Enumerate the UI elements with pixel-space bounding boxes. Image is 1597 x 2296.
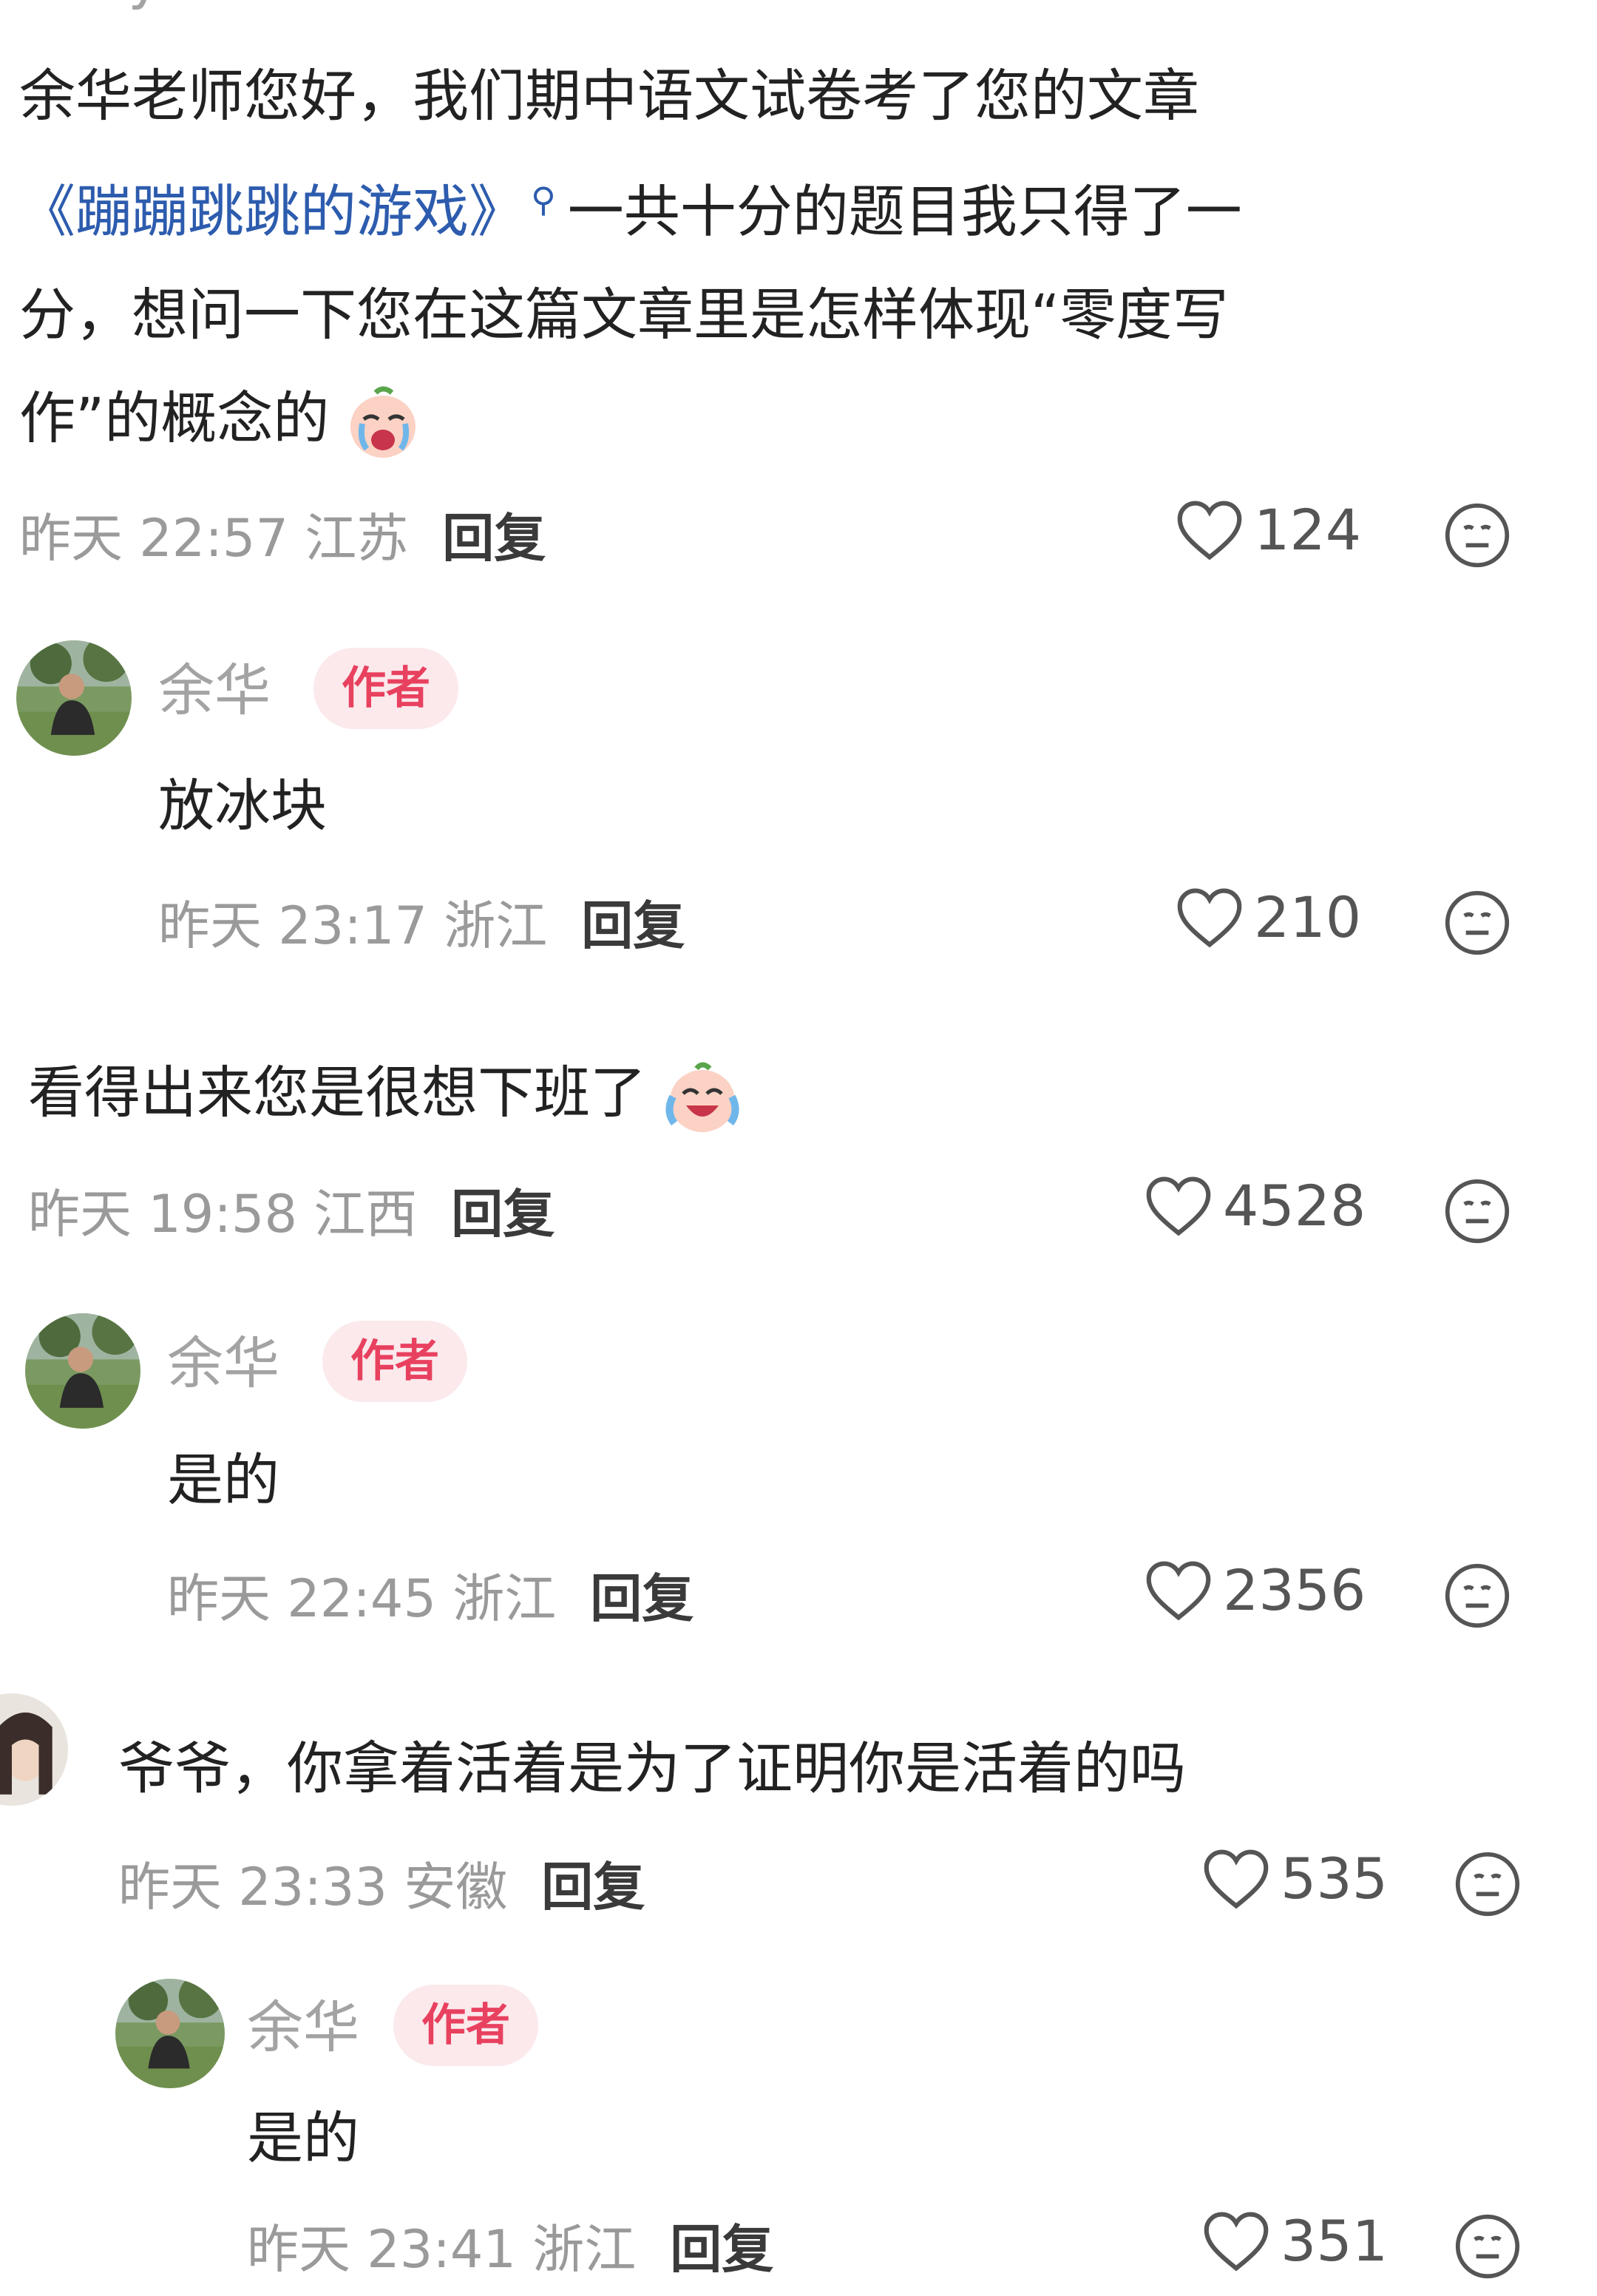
heart-outline-icon [1177, 888, 1242, 947]
avatar[interactable] [115, 1979, 225, 2088]
author-badge: 作者 [322, 1321, 467, 1402]
comment-time: 昨天 23:17 浙江 [158, 895, 548, 956]
comment-time: 昨天 22:45 浙江 [167, 1568, 557, 1629]
comment-time: 昨天 23:33 安徽 [118, 1857, 508, 1917]
meh-face-icon[interactable] [1454, 2212, 1522, 2283]
comment-line: 看得出来您是很想下班了 [28, 1060, 646, 1125]
reply-text: 放冰块 [158, 773, 327, 839]
comment-meta: 昨天 23:41 浙江 回复 [247, 2208, 773, 2283]
comment-text: 爷爷，你拿着活着是为了证明你是活着的吗 [118, 1735, 1186, 1801]
comment-meta: 昨天 23:17 浙江 回复 [158, 884, 685, 959]
heart-outline-icon [1204, 2212, 1269, 2271]
comment-meta: 昨天 22:57 江苏 回复 [19, 497, 546, 572]
comment-meta: 昨天 22:45 浙江 回复 [167, 1557, 694, 1632]
meh-face-icon[interactable] [1454, 1850, 1522, 1921]
heart-outline-icon [1177, 501, 1242, 560]
comment-line: 一共十分的题目我只得了一 [567, 178, 1242, 245]
like-button[interactable]: 351 [1202, 2208, 1388, 2274]
comment-time: 昨天 23:41 浙江 [247, 2219, 637, 2280]
heart-outline-icon [1204, 1849, 1269, 1909]
commenter-name[interactable]: rainy [19, 0, 161, 11]
like-button[interactable]: 2356 [1145, 1557, 1366, 1623]
laugh-cry-emoji [664, 1060, 741, 1134]
comment-meta: 昨天 19:58 江西 回复 [28, 1173, 555, 1247]
author-name[interactable]: 余华 [247, 1982, 359, 2063]
reply-button[interactable]: 回复 [541, 1857, 645, 1917]
heart-outline-icon [1146, 1176, 1211, 1236]
like-count: 2356 [1223, 1557, 1366, 1623]
like-count: 124 [1254, 497, 1362, 563]
avatar[interactable] [0, 1693, 68, 1806]
like-count: 210 [1254, 884, 1362, 950]
like-button[interactable]: 535 [1202, 1846, 1388, 1911]
reply-button[interactable]: 回复 [581, 895, 685, 956]
reply-text: 是的 [247, 2105, 359, 2171]
like-count: 535 [1281, 1846, 1389, 1911]
heart-outline-icon [1146, 1561, 1211, 1620]
meh-face-icon[interactable] [1443, 1177, 1511, 1248]
like-button[interactable]: 4528 [1145, 1173, 1366, 1239]
comment-text: 余华老师您好，我们期中语文试卷考了您的文章 《蹦蹦跳跳的游戏》 ⚲ 一共十分的题目我… [19, 44, 1528, 470]
meh-face-icon[interactable] [1443, 501, 1511, 572]
reply-text: 是的 [167, 1447, 279, 1513]
comment-meta: 昨天 23:33 安徽 回复 [118, 1846, 645, 1920]
avatar[interactable] [16, 640, 132, 756]
like-count: 4528 [1223, 1173, 1366, 1239]
comment-time: 昨天 22:57 江苏 [19, 508, 409, 569]
like-count: 351 [1281, 2208, 1389, 2274]
article-link[interactable]: 《蹦蹦跳跳的游戏》 [19, 178, 525, 244]
avatar[interactable] [25, 1313, 140, 1429]
crying-face-emoji [347, 385, 418, 459]
author-badge: 作者 [393, 1985, 538, 2066]
comment-line: 作”的概念的 [19, 385, 330, 452]
search-icon[interactable]: ⚲ [531, 180, 556, 220]
reply-button[interactable]: 回复 [590, 1568, 694, 1629]
reply-button[interactable]: 回复 [442, 508, 546, 569]
reply-button[interactable]: 回复 [670, 2219, 773, 2280]
comment-line: 分，想问一下您在这篇文章里是怎样体现“零度写 [19, 282, 1229, 348]
author-badge: 作者 [313, 648, 458, 729]
comment-time: 昨天 19:58 江西 [28, 1184, 418, 1244]
meh-face-icon[interactable] [1443, 889, 1511, 960]
comment-line: 余华老师您好，我们期中语文试卷考了您的文章 [19, 63, 1199, 129]
author-name[interactable]: 余华 [158, 645, 271, 726]
meh-face-icon[interactable] [1443, 1562, 1511, 1633]
comment-text: 看得出来您是很想下班了 [28, 1047, 741, 1134]
like-button[interactable]: 210 [1176, 884, 1361, 950]
author-name[interactable]: 余华 [167, 1318, 279, 1399]
like-button[interactable]: 124 [1176, 497, 1361, 563]
reply-button[interactable]: 回复 [451, 1184, 555, 1244]
